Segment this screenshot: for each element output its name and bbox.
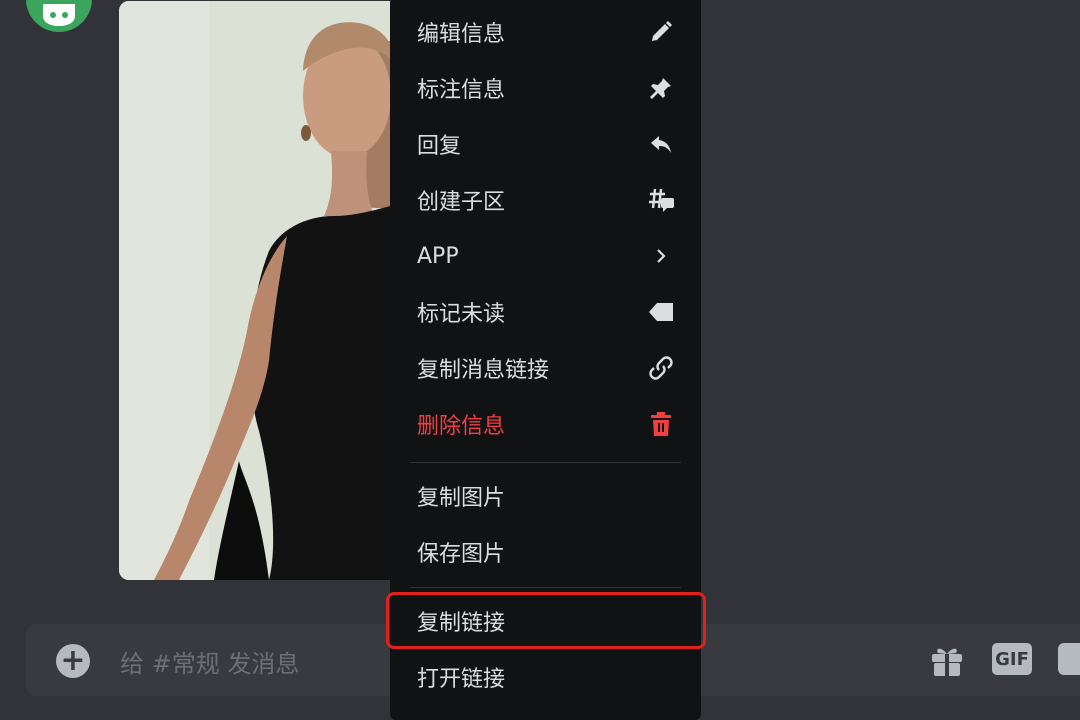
menu-item-label: 打开链接 (417, 667, 506, 692)
menu-item-label: 编辑信息 (417, 22, 506, 47)
gif-button[interactable]: GIF (992, 643, 1032, 675)
menu-item-open-link[interactable]: 打开链接 (404, 652, 689, 702)
menu-item-label: 回复 (417, 134, 462, 159)
menu-item-label: 标注信息 (417, 78, 506, 103)
menu-item-label: 保存图片 (417, 542, 506, 567)
mark-unread-icon (647, 298, 675, 326)
server-avatar[interactable] (26, 0, 92, 32)
add-attachment-button[interactable]: + (56, 644, 90, 678)
menu-item-label: APP (417, 243, 459, 269)
menu-item-mark-unread[interactable]: 标记未读 (404, 287, 689, 337)
pin-icon (647, 74, 675, 102)
reply-icon (647, 130, 675, 158)
menu-item-copy-message-link[interactable]: 复制消息链接 (404, 343, 689, 393)
plus-icon: + (60, 643, 86, 678)
menu-item-label: 删除信息 (417, 414, 506, 439)
menu-item-reply[interactable]: 回复 (404, 119, 689, 169)
pencil-icon (647, 18, 675, 46)
menu-item-pin-message[interactable]: 标注信息 (404, 63, 689, 113)
menu-item-label: 复制消息链接 (417, 358, 550, 383)
sticker-icon[interactable] (1058, 643, 1080, 675)
menu-item-copy-image[interactable]: 复制图片 (404, 471, 689, 521)
menu-item-apps[interactable]: APP (404, 231, 689, 281)
woman-portrait-illustration (119, 1, 409, 580)
menu-item-save-image[interactable]: 保存图片 (404, 527, 689, 577)
message-image[interactable] (119, 1, 409, 580)
thread-icon (647, 186, 675, 214)
copy-link-highlight-box (386, 592, 706, 649)
chevron-right-icon (647, 242, 675, 270)
menu-item-create-thread[interactable]: 创建子区 (404, 175, 689, 225)
menu-item-label: 标记未读 (417, 302, 506, 327)
message-input[interactable]: 给 #常规 发消息 (120, 644, 299, 679)
trash-icon (647, 410, 675, 438)
link-icon (647, 354, 675, 382)
menu-item-edit-message[interactable]: 编辑信息 (404, 7, 689, 57)
menu-divider (410, 587, 681, 588)
menu-item-label: 复制图片 (417, 486, 506, 511)
gift-icon[interactable] (929, 642, 965, 678)
menu-item-delete-message[interactable]: 删除信息 (404, 399, 689, 449)
menu-divider (410, 462, 681, 463)
discord-logo-icon (43, 4, 75, 26)
menu-item-label: 创建子区 (417, 190, 506, 215)
